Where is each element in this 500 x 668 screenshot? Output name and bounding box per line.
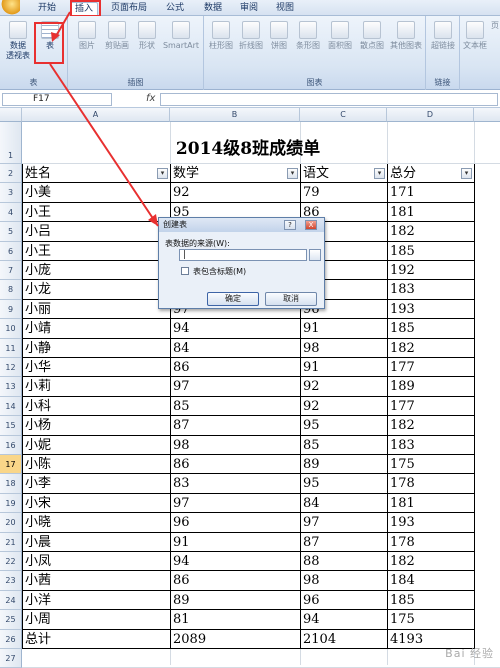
watermark: Bai 经验 [445,647,494,660]
annotation-arrow [49,11,159,227]
